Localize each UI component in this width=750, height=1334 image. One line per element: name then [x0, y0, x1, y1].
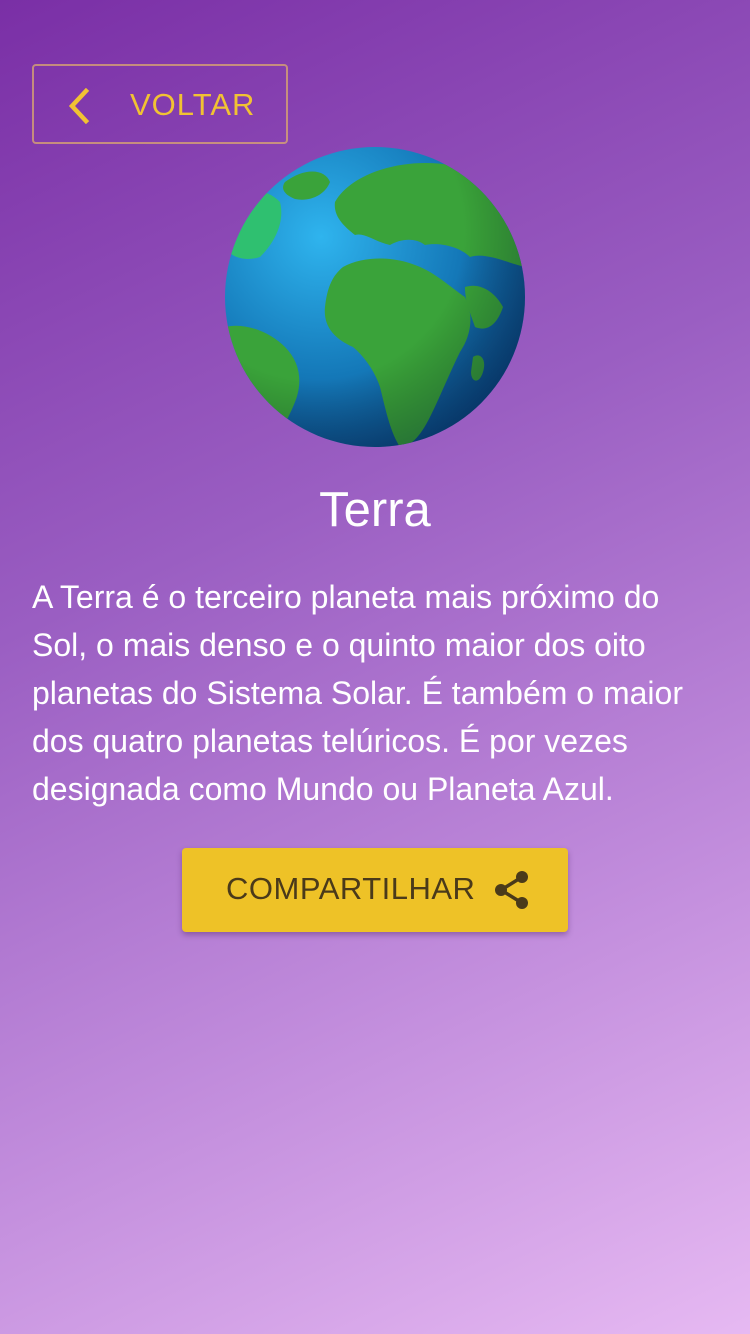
chevron-left-icon: [68, 88, 90, 124]
share-button-label: COMPARTILHAR: [226, 871, 476, 906]
share-icon: [495, 871, 528, 909]
back-button-label: VOLTAR: [130, 87, 256, 122]
share-button[interactable]: COMPARTILHAR: [182, 848, 568, 932]
planet-title: Terra: [319, 483, 431, 537]
back-button[interactable]: VOLTAR: [32, 64, 288, 144]
planet-description: A Terra é o terceiro planeta mais próxim…: [32, 579, 683, 807]
earth-globe-icon: [225, 147, 525, 447]
